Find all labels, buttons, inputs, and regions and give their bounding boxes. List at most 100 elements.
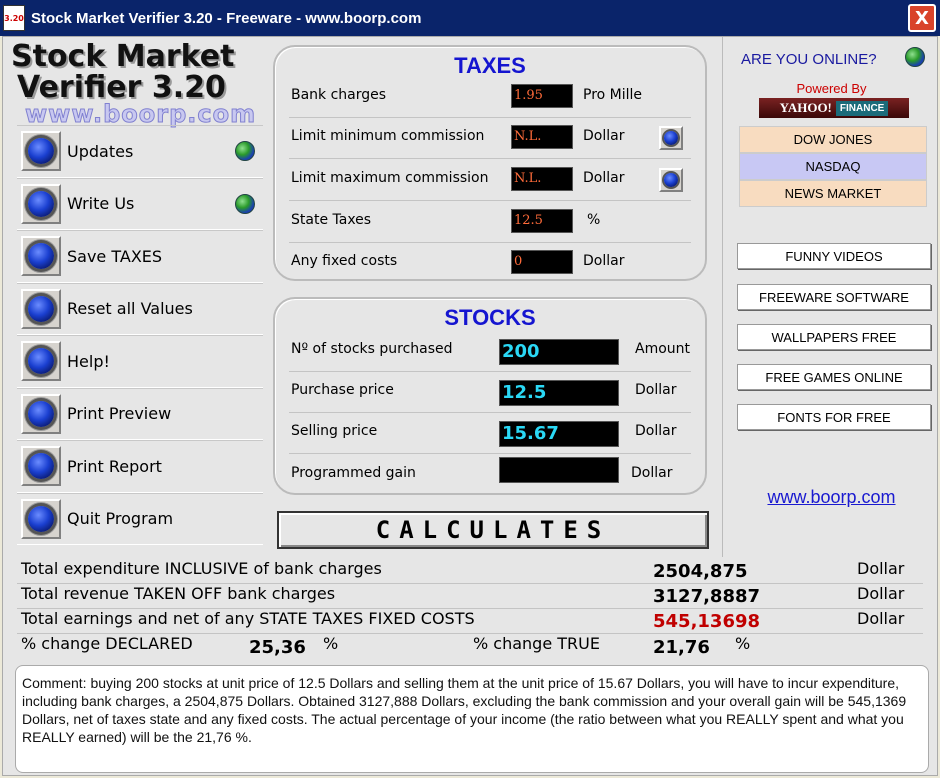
stock-label: Selling price: [291, 423, 378, 439]
globe-icon[interactable]: [905, 47, 925, 67]
app-icon: 3.20: [3, 5, 25, 31]
result-value: 545,13698: [653, 611, 761, 632]
gear-button[interactable]: [21, 288, 61, 329]
freeware-software-link[interactable]: FREEWARE SOFTWARE: [737, 284, 931, 310]
yahoo-logo-text: YAHOO!: [779, 100, 832, 115]
tax-label: Limit maximum commission: [291, 170, 489, 186]
logo-line-2: Verifier 3.20: [17, 70, 226, 105]
comment-box: Comment: buying 200 stocks at unit price…: [15, 665, 929, 773]
menu-item-quit[interactable]: Quit Program: [17, 492, 263, 545]
tax-row-state-taxes: State Taxes 12.5 %: [289, 202, 691, 243]
min-commission-field[interactable]: N.L.: [511, 125, 573, 149]
result-unit: Dollar: [857, 609, 905, 628]
dow-jones-button[interactable]: DOW JONES: [739, 126, 927, 153]
tax-unit: Dollar: [583, 253, 625, 269]
wallpapers-free-link[interactable]: WALLPAPERS FREE: [737, 324, 931, 350]
max-commission-button[interactable]: [659, 168, 683, 192]
tax-unit: %: [587, 212, 601, 228]
website-link[interactable]: www.boorp.com: [723, 487, 940, 508]
funny-videos-link[interactable]: FUNNY VIDEOS: [737, 243, 931, 269]
tax-row-bank-charges: Bank charges 1.95 Pro Mille: [289, 77, 691, 118]
fixed-costs-field[interactable]: 0: [511, 250, 573, 274]
menu-item-reset[interactable]: Reset all Values: [17, 282, 263, 335]
menu-item-print-preview[interactable]: Print Preview: [17, 387, 263, 440]
gear-button[interactable]: [21, 446, 61, 487]
gear-icon: [28, 295, 54, 322]
taxes-panel: TAXES Bank charges 1.95 Pro Mille Limit …: [273, 45, 707, 281]
title-bar[interactable]: 3.20 Stock Market Verifier 3.20 - Freewa…: [0, 0, 940, 36]
declared-pct-sign: %: [323, 634, 339, 653]
min-commission-button[interactable]: [659, 126, 683, 150]
tax-row-min-commission: Limit minimum commission N.L. Dollar: [289, 118, 691, 159]
gear-icon: [664, 131, 678, 145]
gear-button[interactable]: [21, 498, 61, 539]
stock-label: Nº of stocks purchased: [291, 341, 453, 357]
menu-item-label: Reset all Values: [67, 299, 193, 319]
menu-item-label: Print Preview: [67, 404, 172, 424]
yahoo-finance-logo[interactable]: YAHOO! FINANCE: [759, 98, 909, 118]
result-label: Total earnings and net of any STATE TAXE…: [21, 609, 475, 628]
programmed-gain-field[interactable]: [499, 457, 619, 483]
tax-unit: Dollar: [583, 128, 625, 144]
tax-row-max-commission: Limit maximum commission N.L. Dollar: [289, 160, 691, 201]
gear-button[interactable]: [21, 393, 61, 434]
online-label: ARE YOU ONLINE?: [741, 51, 877, 68]
stock-unit: Dollar: [635, 382, 677, 398]
taxes-title: TAXES: [454, 53, 526, 78]
menu-item-save-taxes[interactable]: Save TAXES: [17, 230, 263, 283]
stocks-title: STOCKS: [444, 305, 536, 330]
fonts-for-free-link[interactable]: FONTS FOR FREE: [737, 404, 931, 430]
result-label: Total expenditure INCLUSIVE of bank char…: [21, 559, 382, 578]
gear-icon: [28, 400, 54, 427]
close-button[interactable]: X: [908, 4, 936, 32]
menu-item-label: Updates: [67, 141, 134, 161]
state-taxes-field[interactable]: 12.5: [511, 209, 573, 233]
gear-button[interactable]: [21, 183, 61, 224]
gear-icon: [28, 138, 54, 165]
stock-unit: Dollar: [631, 465, 673, 481]
gear-button[interactable]: [21, 341, 61, 382]
gear-icon: [28, 190, 54, 217]
tax-unit: Pro Mille: [583, 87, 643, 103]
menu-item-label: Print Report: [67, 456, 162, 476]
menu-item-label: Write Us: [67, 194, 135, 214]
menu-item-write-us[interactable]: Write Us: [17, 177, 263, 230]
selling-price-field[interactable]: 15.67: [499, 421, 619, 447]
logo-website: www.boorp.com: [25, 100, 257, 128]
nasdaq-button[interactable]: NASDAQ: [739, 153, 927, 180]
result-value: 3127,8887: [653, 586, 761, 607]
stocks-panel: STOCKS Nº of stocks purchased 200 Amount…: [273, 297, 707, 495]
gear-icon: [28, 453, 54, 480]
tax-row-fixed-costs: Any fixed costs 0 Dollar: [289, 243, 691, 284]
gear-button[interactable]: [21, 131, 61, 172]
result-row-earnings: Total earnings and net of any STATE TAXE…: [17, 609, 923, 634]
result-label: Total revenue TAKEN OFF bank charges: [21, 584, 336, 603]
gear-icon: [28, 348, 54, 375]
result-unit: Dollar: [857, 559, 905, 578]
right-sidebar: ARE YOU ONLINE? Powered By YAHOO! FINANC…: [722, 37, 939, 557]
menu-item-help[interactable]: Help!: [17, 335, 263, 388]
menu-item-label: Quit Program: [67, 509, 174, 529]
stock-label: Purchase price: [291, 382, 394, 398]
result-row-expenditure: Total expenditure INCLUSIVE of bank char…: [17, 559, 923, 584]
news-market-button[interactable]: NEWS MARKET: [739, 180, 927, 207]
menu-item-label: Help!: [67, 351, 110, 371]
purchase-price-field[interactable]: 12.5: [499, 380, 619, 406]
menu-item-print-report[interactable]: Print Report: [17, 440, 263, 493]
true-change-value: 21,76: [653, 637, 710, 658]
max-commission-field[interactable]: N.L.: [511, 167, 573, 191]
tax-label: State Taxes: [291, 212, 372, 228]
calculate-button[interactable]: CALCULATES: [277, 511, 709, 549]
powered-by-label: Powered By: [796, 81, 867, 96]
gear-button[interactable]: [21, 236, 61, 277]
stock-unit: Amount: [635, 341, 691, 357]
stock-unit: Dollar: [635, 423, 677, 439]
result-row-revenue: Total revenue TAKEN OFF bank charges 312…: [17, 584, 923, 609]
logo-line-1: Stock Market: [11, 39, 235, 74]
stock-quantity-field[interactable]: 200: [499, 339, 619, 365]
stock-row-quantity: Nº of stocks purchased 200 Amount: [289, 331, 691, 372]
free-games-online-link[interactable]: FREE GAMES ONLINE: [737, 364, 931, 390]
menu-item-updates[interactable]: Updates: [17, 125, 263, 178]
bank-charges-field[interactable]: 1.95: [511, 84, 573, 108]
tax-label: Bank charges: [291, 87, 387, 103]
